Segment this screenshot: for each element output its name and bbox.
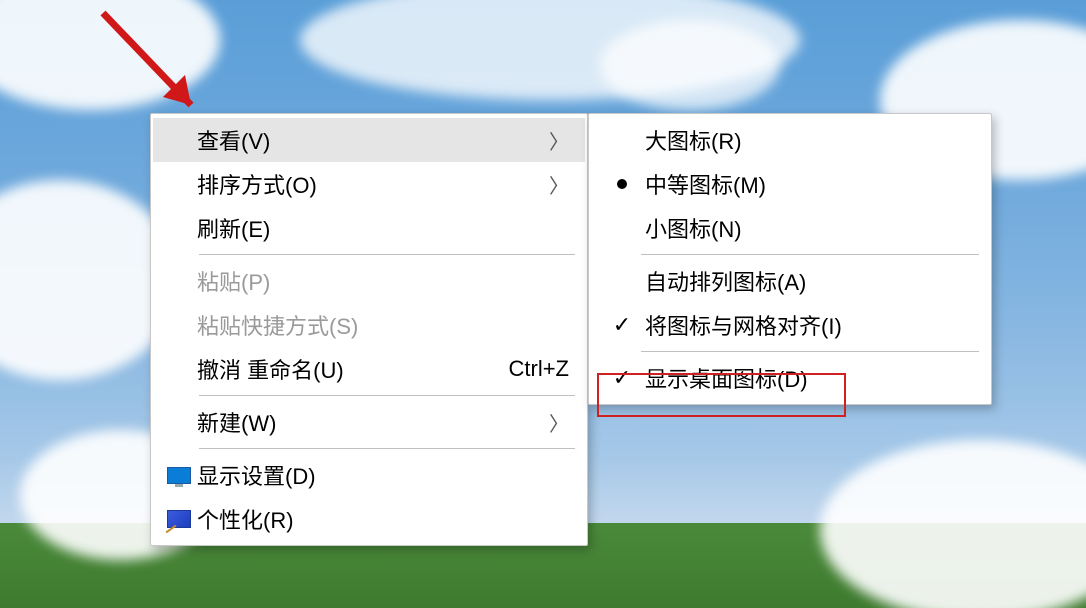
menu-item-label: 自动排列图标(A)	[645, 265, 973, 297]
submenu-item-large-icons[interactable]: 大图标(R)	[591, 118, 989, 162]
submenu-item-medium-icons[interactable]: 中等图标(M)	[591, 162, 989, 206]
menu-item-label: 查看(V)	[197, 124, 529, 156]
menu-item-label: 小图标(N)	[645, 212, 973, 244]
desktop-context-menu: 查看(V) 〉 排序方式(O) 〉 刷新(E) 粘贴(P) 粘贴快捷方式(S) …	[150, 113, 588, 546]
submenu-arrow-icon: 〉	[549, 170, 569, 199]
radio-selected-icon	[617, 179, 627, 189]
menu-item-label: 撤消 重命名(U)	[197, 353, 479, 385]
menu-item-label: 大图标(R)	[645, 124, 973, 156]
menu-separator	[199, 448, 575, 449]
monitor-icon	[167, 467, 191, 484]
menu-item-label: 显示设置(D)	[197, 459, 569, 491]
menu-item-shortcut: Ctrl+Z	[509, 356, 570, 382]
menu-item-personalize[interactable]: 个性化(R)	[153, 497, 585, 541]
submenu-arrow-icon: 〉	[549, 408, 569, 437]
menu-item-label: 将图标与网格对齐(I)	[645, 309, 973, 341]
submenu-item-show-desktop-icons[interactable]: ✓ 显示桌面图标(D)	[591, 356, 989, 400]
menu-item-paste: 粘贴(P)	[153, 259, 585, 303]
menu-item-refresh[interactable]: 刷新(E)	[153, 206, 585, 250]
check-icon: ✓	[613, 367, 631, 389]
submenu-item-auto-arrange[interactable]: 自动排列图标(A)	[591, 259, 989, 303]
submenu-arrow-icon: 〉	[549, 126, 569, 155]
menu-separator	[641, 254, 979, 255]
menu-item-paste-shortcut: 粘贴快捷方式(S)	[153, 303, 585, 347]
check-icon: ✓	[613, 314, 631, 336]
menu-item-undo-rename[interactable]: 撤消 重命名(U) Ctrl+Z	[153, 347, 585, 391]
menu-item-display-settings[interactable]: 显示设置(D)	[153, 453, 585, 497]
menu-item-new[interactable]: 新建(W) 〉	[153, 400, 585, 444]
menu-item-label: 粘贴快捷方式(S)	[197, 309, 569, 341]
menu-item-label: 新建(W)	[197, 406, 529, 438]
view-submenu: 大图标(R) 中等图标(M) 小图标(N) 自动排列图标(A) ✓ 将图标与网格…	[588, 113, 992, 405]
menu-item-label: 中等图标(M)	[645, 168, 973, 200]
submenu-item-align-to-grid[interactable]: ✓ 将图标与网格对齐(I)	[591, 303, 989, 347]
menu-item-label: 显示桌面图标(D)	[645, 362, 973, 394]
personalize-icon	[167, 510, 191, 528]
menu-separator	[641, 351, 979, 352]
menu-separator	[199, 254, 575, 255]
menu-item-label: 排序方式(O)	[197, 168, 529, 200]
menu-item-label: 粘贴(P)	[197, 265, 569, 297]
menu-item-label: 个性化(R)	[197, 503, 569, 535]
submenu-item-small-icons[interactable]: 小图标(N)	[591, 206, 989, 250]
menu-item-view[interactable]: 查看(V) 〉	[153, 118, 585, 162]
menu-item-label: 刷新(E)	[197, 212, 569, 244]
menu-item-sort[interactable]: 排序方式(O) 〉	[153, 162, 585, 206]
menu-separator	[199, 395, 575, 396]
